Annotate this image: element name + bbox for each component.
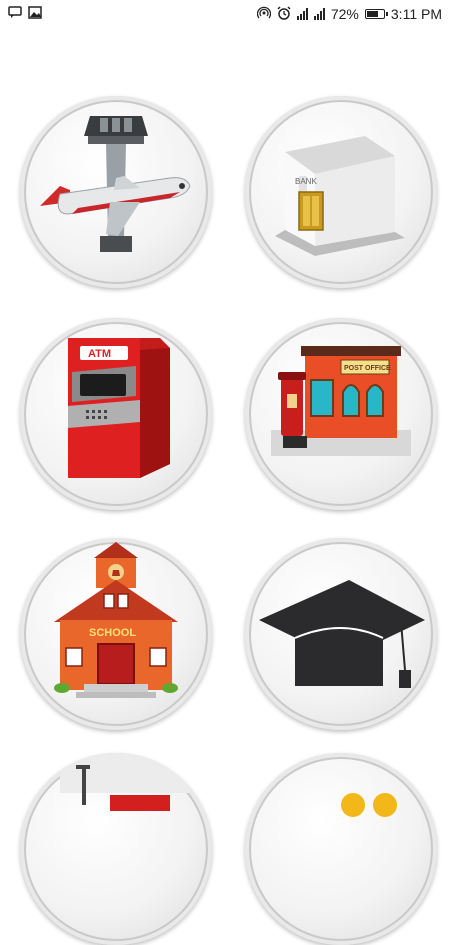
post-office-icon: POST OFFICE	[271, 346, 411, 456]
bank-icon: BANK	[275, 136, 405, 256]
tile-partial-left[interactable]	[20, 753, 212, 945]
atm-label: ATM	[88, 348, 111, 360]
clock: 3:11 PM	[390, 6, 442, 22]
signal-icon	[296, 8, 308, 20]
image-icon	[28, 6, 42, 22]
alarm-icon	[277, 5, 291, 23]
status-bar: 72% 3:11 PM	[0, 0, 450, 28]
tile-bank[interactable]: BANK	[245, 96, 437, 288]
signal-icon	[313, 8, 325, 20]
status-right: 72% 3:11 PM	[256, 5, 442, 23]
battery-percent: 72%	[330, 6, 359, 22]
tile-atm[interactable]: ATM	[20, 318, 212, 510]
atm-icon: ATM	[68, 338, 170, 478]
bank-label: BANK	[295, 177, 317, 186]
red-building-icon	[60, 753, 190, 811]
tile-school[interactable]: SCHOOL	[20, 538, 212, 730]
tile-airport[interactable]	[20, 96, 212, 288]
tile-education[interactable]	[245, 538, 437, 730]
hotspot-icon	[256, 6, 271, 23]
airport-icon	[40, 116, 191, 252]
battery-fill	[366, 11, 378, 17]
yellow-icon	[341, 793, 397, 817]
school-label: SCHOOL	[89, 627, 136, 639]
graduation-cap-icon	[259, 580, 425, 688]
chat-icon	[8, 6, 22, 22]
tile-partial-right[interactable]	[245, 753, 437, 945]
icon-grid: BANK ATM POST OFFICE SCHOOL	[0, 28, 450, 945]
post-office-label: POST OFFICE	[344, 365, 391, 372]
tile-post-office[interactable]: POST OFFICE	[245, 318, 437, 510]
battery-icon	[364, 9, 388, 19]
school-icon: SCHOOL	[54, 542, 178, 698]
status-left	[8, 6, 42, 22]
